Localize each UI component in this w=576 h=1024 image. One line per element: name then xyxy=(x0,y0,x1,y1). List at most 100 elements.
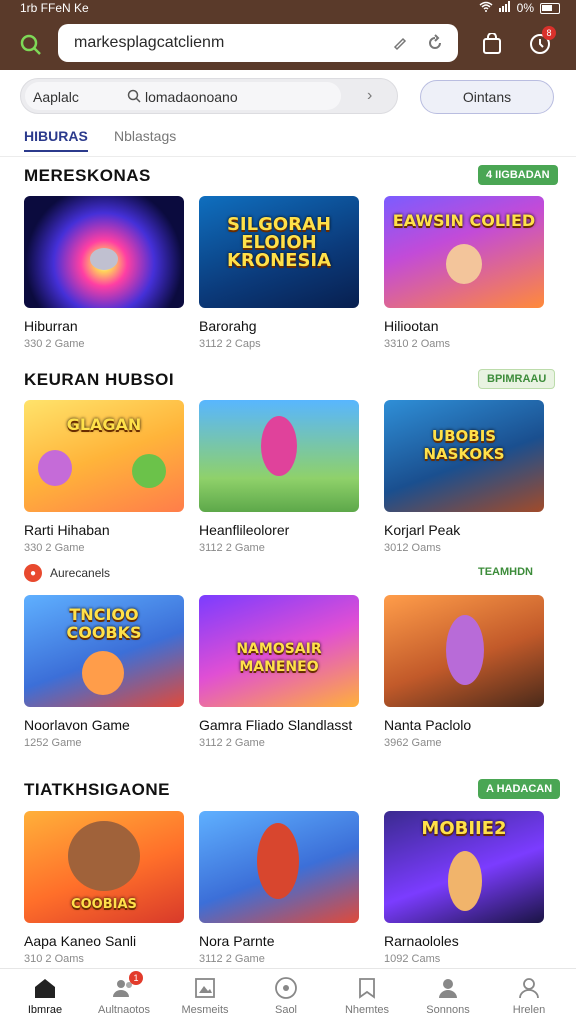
filter-search-box[interactable]: Aaplalc lomadaonoano › xyxy=(20,78,398,114)
bookmark-icon xyxy=(354,975,380,1001)
section-pill[interactable]: BPIMRAAU xyxy=(478,369,556,389)
game-thumbnail: UBOBIS NASKOKS xyxy=(384,400,544,512)
game-caption: NAMOSAIR MANENEO xyxy=(236,640,322,675)
battery-icon xyxy=(540,2,560,14)
notifications-button[interactable]: 8 xyxy=(526,26,556,58)
tab-nblastags[interactable]: Nblastags xyxy=(114,128,176,144)
game-caption: COOBIAS xyxy=(71,897,137,913)
section-title: MERESKONAS xyxy=(24,166,151,185)
game-card[interactable]: Hiburran 330 2 Game xyxy=(24,196,184,350)
game-character xyxy=(90,248,118,270)
status-time: 1rb FFeN Ke xyxy=(20,1,89,15)
section-title: Aurecanels xyxy=(50,566,111,580)
game-meta: 1252 Game xyxy=(24,737,82,749)
game-card[interactable]: TNCIOO COOBKS Noorlavon Game 1252 Game xyxy=(24,595,184,749)
game-title: Aapa Kaneo Sanli xyxy=(24,933,137,949)
nav-label: Ibmrae xyxy=(27,1004,63,1016)
nav-item-user[interactable]: Hrelen xyxy=(488,975,570,1016)
game-character xyxy=(38,450,72,486)
game-title: Korjarl Peak xyxy=(384,522,461,538)
game-meta: 3012 Oams xyxy=(384,542,441,554)
game-thumbnail xyxy=(199,811,359,923)
game-character xyxy=(448,851,482,911)
game-caption: UBOBIS NASKOKS xyxy=(423,426,505,463)
magnifier-icon xyxy=(127,89,141,103)
game-thumbnail: MOBIIE2 xyxy=(384,811,544,923)
game-card[interactable]: Nanta Paclolo 3962 Game xyxy=(384,595,544,749)
battery-percent: 0% xyxy=(516,1,534,15)
notification-badge: 8 xyxy=(542,26,556,40)
nav-label: Hrelen xyxy=(512,1004,546,1016)
game-title: Barorahg xyxy=(199,318,257,334)
game-thumbnail: GLAGAN xyxy=(24,400,184,512)
game-thumbnail: SILGORAH ELOIOH KRONESIA xyxy=(199,196,359,308)
arrow-icon[interactable]: › xyxy=(367,87,372,105)
game-card[interactable]: COOBIAS Aapa Kaneo Sanli 310 2 Oams xyxy=(24,811,184,965)
game-card[interactable]: NAMOSAIR MANENEO Gamra Fliado Slandlasst… xyxy=(199,595,359,749)
game-card[interactable]: Nora Parnte 3112 2 Game xyxy=(199,811,359,965)
game-character xyxy=(68,821,140,891)
game-character xyxy=(446,615,484,685)
nav-item-community[interactable]: 1 Aultnaotos xyxy=(83,971,165,1016)
app-bar: 1rb FFeN Ke 0% markesplagcatclienm 8 xyxy=(0,0,576,70)
game-card[interactable]: UBOBIS NASKOKS Korjarl Peak 3012 Oams xyxy=(384,400,544,554)
options-button[interactable]: Ointans xyxy=(420,80,554,114)
game-card[interactable]: SILGORAH ELOIOH KRONESIA Barorahg 3112 2… xyxy=(199,196,359,350)
tab-divider xyxy=(0,156,576,157)
game-meta: 3962 Game xyxy=(384,737,442,749)
game-caption: MOBIIE2 xyxy=(421,817,507,839)
section-title: KEURAN HUBSOI xyxy=(24,370,175,389)
community-icon: 1 xyxy=(111,971,143,1001)
game-caption: GLAGAN xyxy=(66,414,142,434)
section-pill[interactable]: 4 IIGBADAN xyxy=(478,165,558,185)
game-title: Rarti Hihaban xyxy=(24,522,110,538)
game-meta: 1092 Cams xyxy=(384,953,441,965)
game-title: Heanflileolorer xyxy=(199,522,290,538)
game-card[interactable]: GLAGAN Rarti Hihaban 330 2 Game xyxy=(24,400,184,554)
game-title: Rarnaololes xyxy=(384,933,459,949)
disc-icon xyxy=(273,975,299,1001)
section-pill[interactable]: A HADACAN xyxy=(478,779,561,799)
game-caption: SILGORAH ELOIOH KRONESIA xyxy=(226,214,332,272)
game-title: Hiliootan xyxy=(384,318,439,334)
nav-item-gallery[interactable]: Mesmeits xyxy=(164,975,246,1016)
status-bar: 1rb FFeN Ke 0% xyxy=(0,0,576,18)
nav-item-home[interactable]: Ibmrae xyxy=(4,975,86,1016)
nav-item-bookmark[interactable]: Nhemtes xyxy=(326,975,408,1016)
game-meta: 3112 2 Game xyxy=(199,542,265,554)
status-right: 0% xyxy=(479,1,560,15)
nav-item-profile[interactable]: Sonnons xyxy=(407,975,489,1016)
game-meta: 3112 2 Game xyxy=(199,737,265,749)
bag-button[interactable] xyxy=(478,30,506,58)
gallery-icon xyxy=(192,975,218,1001)
game-meta: 330 2 Game xyxy=(24,338,85,350)
game-character xyxy=(132,454,166,488)
home-icon xyxy=(32,975,58,1001)
url-text[interactable]: markesplagcatclienm xyxy=(74,34,224,52)
nav-label: Nhemtes xyxy=(344,1004,390,1016)
game-title: Gamra Fliado Slandlasst xyxy=(199,717,353,733)
url-bar[interactable]: markesplagcatclienm xyxy=(58,24,458,62)
search-icon xyxy=(20,34,41,55)
filter-label: Aaplalc xyxy=(33,89,79,105)
bottom-navigation: Ibmrae 1 Aultnaotos Mesmeits Saol Nhemte… xyxy=(0,968,576,1024)
game-thumbnail xyxy=(24,196,184,308)
edit-icon[interactable] xyxy=(390,32,412,54)
game-character xyxy=(82,651,124,695)
game-card[interactable]: MOBIIE2 Rarnaololes 1092 Cams xyxy=(384,811,544,965)
tab-hiburas[interactable]: HIBURAS xyxy=(24,128,88,152)
nav-label: Mesmeits xyxy=(181,1004,229,1016)
game-card[interactable]: Heanflileolorer 3112 2 Game xyxy=(199,400,359,554)
game-card[interactable]: EAWSIN COLIED Hiliootan 3310 2 Oams xyxy=(384,196,544,350)
filter-query[interactable]: lomadaonoano xyxy=(145,89,238,105)
refresh-icon[interactable] xyxy=(424,32,446,54)
game-caption: EAWSIN COLIED xyxy=(392,210,536,230)
user-icon xyxy=(516,975,542,1001)
game-meta: 310 2 Oams xyxy=(24,953,84,965)
nav-label: Aultnaotos xyxy=(98,1004,150,1016)
search-button[interactable] xyxy=(14,28,48,62)
section-pill[interactable]: TEAMHDN xyxy=(470,562,541,582)
game-title: Nora Parnte xyxy=(199,933,275,949)
game-meta: 3310 2 Oams xyxy=(384,338,451,350)
nav-item-disc[interactable]: Saol xyxy=(245,975,327,1016)
